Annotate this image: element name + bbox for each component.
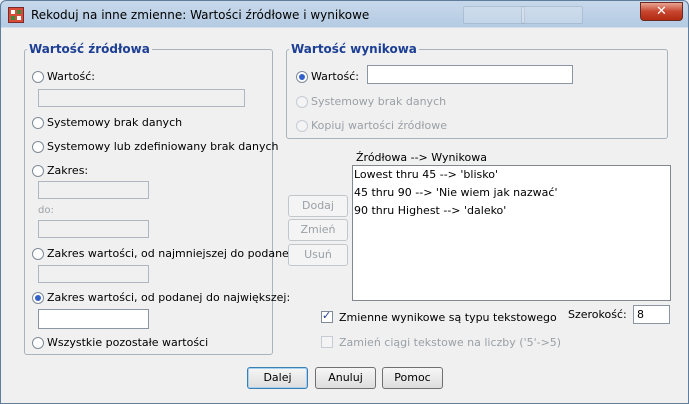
string-output-label: Zmienne wynikowe są typu tekstowego	[339, 311, 557, 324]
width-label: Szerokość:	[568, 308, 627, 321]
convert-numeric-checkbox[interactable]	[321, 336, 333, 348]
change-button[interactable]: Zmień	[288, 219, 348, 241]
source-range-highest-label: Zakres wartości, od podanej do największ…	[47, 291, 291, 304]
source-range-lowest-input[interactable]	[38, 265, 149, 283]
target-group-legend: Wartość wynikowa	[289, 42, 419, 56]
continue-button[interactable]: Dalej	[247, 367, 308, 389]
source-range-to-input[interactable]	[38, 220, 149, 238]
window-title: Rekoduj na inne zmienne: Wartości źródło…	[31, 8, 370, 22]
source-range-radio[interactable]	[32, 165, 44, 177]
source-range-to-label: do:	[38, 205, 54, 216]
source-range-lowest-label: Zakres wartości, od najmniejszej do poda…	[47, 247, 296, 260]
target-copy-radio[interactable]	[296, 120, 308, 132]
target-value-group: Wartość wynikowa Wartość: Systemowy brak…	[286, 42, 668, 139]
mapping-list-header: Źródłowa --> Wynikowa	[356, 151, 487, 164]
list-item[interactable]: 90 thru Highest --> 'daleko'	[353, 202, 670, 220]
source-value-radio[interactable]	[32, 71, 44, 83]
background-window-ghost	[463, 6, 525, 24]
source-all-other-radio[interactable]	[32, 337, 44, 349]
source-system-or-user-missing-label: Systemowy lub zdefiniowany brak danych	[47, 140, 279, 153]
source-system-missing-radio[interactable]	[32, 117, 44, 129]
source-range-from-input[interactable]	[38, 181, 149, 199]
target-value-label: Wartość:	[311, 70, 359, 83]
target-value-input[interactable]	[367, 65, 573, 84]
mapping-list[interactable]: Lowest thru 45 --> 'blisko' 45 thru 90 -…	[352, 165, 671, 301]
string-output-checkbox[interactable]	[321, 309, 333, 323]
source-value-group: Wartość źródłowa Wartość: Systemowy brak…	[24, 42, 296, 355]
app-icon	[8, 7, 24, 23]
source-group-legend: Wartość źródłowa	[27, 42, 152, 56]
source-range-lowest-radio[interactable]	[32, 248, 44, 260]
source-range-label: Zakres:	[47, 164, 89, 177]
target-system-missing-radio[interactable]	[296, 96, 308, 108]
help-button[interactable]: Pomoc	[382, 367, 443, 389]
title-bar[interactable]: Rekoduj na inne zmienne: Wartości źródło…	[1, 1, 688, 29]
add-button[interactable]: Dodaj	[288, 195, 348, 217]
source-all-other-label: Wszystkie pozostałe wartości	[47, 336, 209, 349]
background-window-ghost	[521, 6, 583, 24]
target-value-radio[interactable]	[296, 71, 308, 83]
target-copy-label: Kopiuj wartości źródłowe	[311, 119, 447, 132]
target-system-missing-label: Systemowy brak danych	[311, 95, 447, 108]
source-value-input[interactable]	[38, 89, 245, 107]
source-system-missing-label: Systemowy brak danych	[47, 116, 183, 129]
dialog-window: Rekoduj na inne zmienne: Wartości źródło…	[0, 0, 689, 404]
list-item[interactable]: Lowest thru 45 --> 'blisko'	[353, 166, 670, 184]
source-range-highest-radio[interactable]	[32, 292, 44, 304]
list-item[interactable]: 45 thru 90 --> 'Nie wiem jak nazwać'	[353, 184, 670, 202]
convert-numeric-label: Zamień ciągi tekstowe na liczby ('5'->5)	[339, 336, 562, 349]
remove-button[interactable]: Usuń	[288, 244, 348, 266]
close-icon: ✕	[656, 4, 667, 19]
width-input[interactable]: 8	[633, 305, 670, 324]
source-system-or-user-missing-radio[interactable]	[32, 141, 44, 153]
close-button[interactable]: ✕	[640, 2, 683, 21]
cancel-button[interactable]: Anuluj	[315, 367, 376, 389]
source-range-highest-input[interactable]	[38, 309, 149, 329]
dialog-body: Wartość źródłowa Wartość: Systemowy brak…	[1, 29, 688, 403]
source-value-label: Wartość:	[47, 70, 95, 83]
